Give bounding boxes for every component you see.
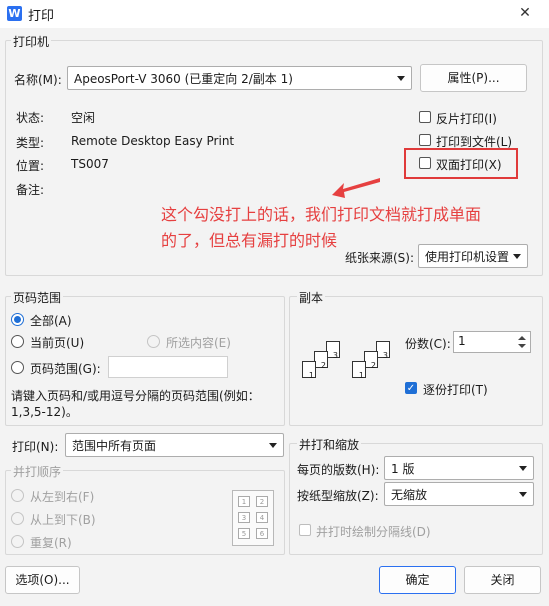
printer-name-label: 名称(M): [14,73,62,87]
collate-page-2: 2 [364,351,378,370]
print-to-file-checkbox[interactable] [419,134,431,146]
range-all-radio[interactable] [11,313,24,326]
close-button[interactable]: 关闭 [464,566,541,594]
order-left-right-radio[interactable] [11,489,24,502]
chevron-down-icon [519,466,527,471]
range-all-label[interactable]: 全部(A) [30,312,72,329]
duplex-highlight-box [404,148,518,179]
printer-name-select[interactable]: ApeosPort-V 3060 (已重定向 2/副本 1) [67,66,412,90]
status-value: 空闲 [71,111,96,125]
collate-page-3: 3 [326,341,340,360]
collate-page-1: 1 [302,361,316,380]
draw-borders-checkbox[interactable] [299,524,311,536]
reverse-print-checkbox[interactable] [419,111,431,123]
reverse-print-label[interactable]: 反片打印(I) [436,110,497,127]
pages-per-sheet-select[interactable]: 1 版 [384,456,534,480]
wps-app-icon: W [7,6,22,21]
order-cell: 6 [256,528,268,539]
range-current-label[interactable]: 当前页(U) [30,334,84,351]
print-what-value: 范围中所有页面 [72,439,157,453]
collate-page-3: 3 [376,341,390,360]
chevron-down-icon [269,443,277,448]
chevron-down-icon [513,254,521,259]
annotation-text-line2: 的了，但总有漏打的时候 [161,231,338,250]
page-range-input[interactable] [108,356,228,378]
collate-page-2: 2 [314,351,328,370]
page-range-hint-line2: 1,3,5-12)。 [11,405,78,419]
order-cell: 1 [238,496,250,507]
options-button[interactable]: 选项(O)... [5,566,80,594]
scale-label: 按纸型缩放(Z): [297,489,379,503]
properties-button[interactable]: 属性(P)... [420,64,527,92]
copies-count-value: 1 [458,334,466,348]
title-bar: W 打印 ✕ [0,0,549,28]
annotation-text-line1: 这个勾没打上的话，我们打印文档就打成单面 [161,205,482,224]
order-repeat-label[interactable]: 重复(R) [30,534,72,551]
order-repeat-radio[interactable] [11,535,24,548]
page-range-hint-line1: 请键入页码和/或用逗号分隔的页码范围(例如： [11,389,260,403]
order-top-bottom-radio[interactable] [11,512,24,525]
printer-group-label: 打印机 [11,33,52,50]
pages-per-sheet-value: 1 版 [391,462,415,476]
pages-per-sheet-label: 每页的版数(H): [297,463,380,477]
draw-borders-label[interactable]: 并打时绘制分隔线(D) [316,523,431,540]
range-selection-label[interactable]: 所选内容(E) [166,334,231,351]
close-icon[interactable]: ✕ [514,3,536,23]
location-label: 位置: [16,159,45,173]
order-cell: 4 [256,512,268,523]
paper-source-select[interactable]: 使用打印机设置 [418,244,528,268]
copies-group-label: 副本 [297,289,326,306]
collate-page-1: 1 [352,361,366,380]
chevron-down-icon [519,492,527,497]
scale-value: 无缩放 [391,488,428,502]
copies-count-spinner[interactable]: 1 [453,331,531,353]
range-pages-label[interactable]: 页码范围(G): [30,360,101,377]
printer-name-value: ApeosPort-V 3060 (已重定向 2/副本 1) [74,72,293,86]
range-selection-radio[interactable] [147,335,160,348]
type-value: Remote Desktop Easy Print [71,134,235,148]
paper-source-label: 纸张来源(S): [345,251,415,265]
page-range-group-label: 页码范围 [11,289,64,306]
location-value: TS007 [71,157,109,171]
order-preview-grid: 1 2 3 4 5 6 [232,490,274,546]
status-label: 状态: [16,111,45,125]
ok-button[interactable]: 确定 [379,566,456,594]
annotation-arrow-icon [332,178,380,198]
spin-down-icon[interactable] [518,344,526,348]
collate-checkbox[interactable]: ✓ [405,382,417,394]
order-left-right-label[interactable]: 从左到右(F) [30,488,94,505]
zoom-group-label: 并打和缩放 [297,436,362,453]
window-title: 打印 [28,9,55,24]
chevron-down-icon [397,76,405,81]
print-what-label: 打印(N): [12,440,59,454]
order-cell: 5 [238,528,250,539]
comment-label: 备注: [16,183,45,197]
print-dialog: W 打印 ✕ 打印机 名称(M): ApeosPort-V 3060 (已重定向… [0,0,549,606]
copies-count-label: 份数(C): [405,337,451,351]
range-current-radio[interactable] [11,335,24,348]
collate-label[interactable]: 逐份打印(T) [423,381,488,398]
print-order-group-label: 并打顺序 [11,463,64,480]
type-label: 类型: [16,136,45,150]
order-top-bottom-label[interactable]: 从上到下(B) [30,511,96,528]
print-what-select[interactable]: 范围中所有页面 [65,433,284,457]
order-cell: 2 [256,496,268,507]
order-cell: 3 [238,512,250,523]
paper-source-value: 使用打印机设置 [425,250,510,264]
scale-select[interactable]: 无缩放 [384,482,534,506]
spin-up-icon[interactable] [518,336,526,340]
range-pages-radio[interactable] [11,361,24,374]
